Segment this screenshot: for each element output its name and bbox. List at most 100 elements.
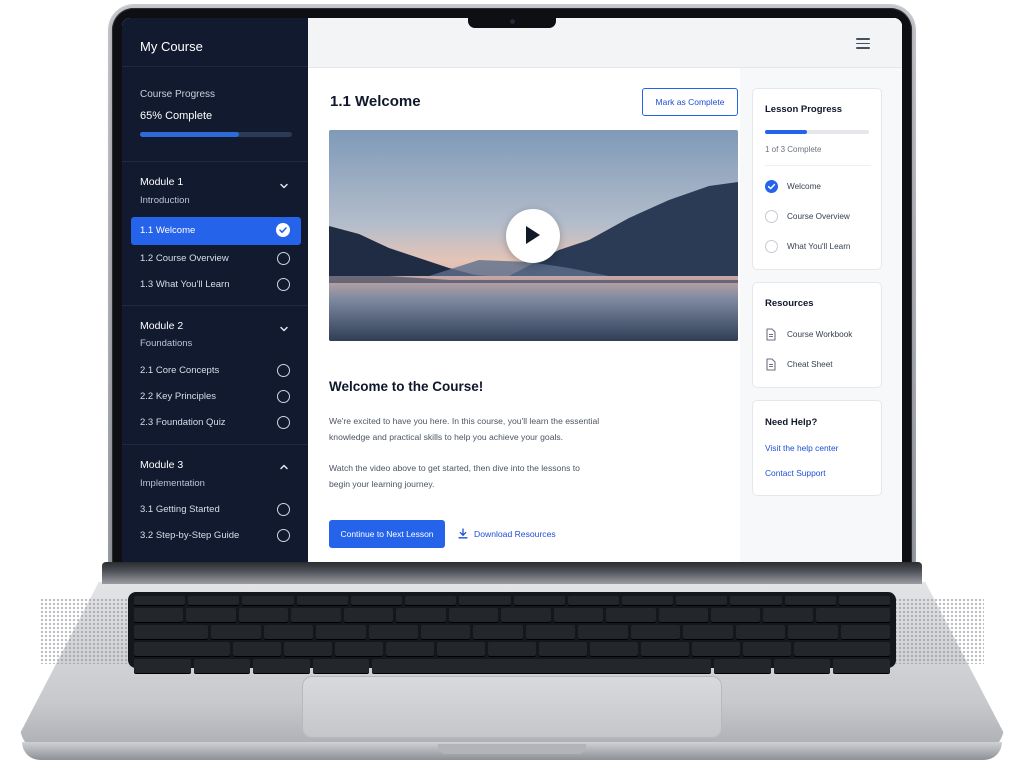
progress-item-label: Course Overview: [787, 212, 850, 221]
keyboard-key: [253, 659, 310, 673]
right-panel: Lesson Progress 1 of 3 Complete Welcome …: [740, 68, 902, 562]
lesson-2-2[interactable]: 2.2 Key Principles: [131, 383, 301, 411]
progress-item-course-overview[interactable]: Course Overview: [765, 210, 875, 224]
keyboard-key: [578, 625, 628, 639]
module-2-title[interactable]: Module 2: [140, 320, 183, 332]
empty-circle-icon: [277, 252, 290, 265]
keyboard-key: [815, 608, 891, 622]
lesson-1-3[interactable]: 1.3 What You'll Learn: [131, 271, 301, 299]
keyboard-row: [134, 596, 891, 605]
chevron-down-icon[interactable]: [278, 180, 290, 192]
intro-paragraph: We're excited to have you here. In this …: [329, 413, 629, 445]
lesson-1-1[interactable]: 1.1 Welcome: [131, 217, 301, 245]
keyboard-key: [291, 608, 341, 622]
keyboard-key: [350, 596, 403, 605]
keyboard-key: [833, 659, 890, 673]
paragraph-line: Watch the video above to get started, th…: [329, 463, 580, 473]
lid-open-notch: [438, 744, 586, 754]
lesson-label: 3.1 Getting Started: [140, 504, 220, 515]
help-title: Need Help?: [765, 417, 818, 428]
lesson-3-2[interactable]: 3.2 Step-by-Step Guide: [131, 522, 301, 550]
keyboard-key: [284, 642, 332, 656]
lesson-label: 1.2 Course Overview: [140, 253, 229, 264]
lesson-progress-count: 1 of 3 Complete: [765, 145, 822, 154]
keyboard-key: [658, 608, 708, 622]
progress-item-label: What You'll Learn: [787, 242, 851, 251]
play-icon: [526, 226, 540, 244]
empty-circle-icon: [277, 503, 290, 516]
keyboard-key: [396, 608, 446, 622]
progress-item-what-youll-learn[interactable]: What You'll Learn: [765, 240, 875, 254]
keyboard-key: [683, 625, 733, 639]
empty-circle-icon: [765, 240, 778, 253]
keyboard-key: [763, 608, 813, 622]
instructions-paragraph: Watch the video above to get started, th…: [329, 460, 629, 492]
video-player[interactable]: [329, 130, 738, 341]
mark-as-complete-button[interactable]: Mark as Complete: [642, 88, 738, 116]
play-button[interactable]: [506, 209, 560, 263]
help-center-link[interactable]: Visit the help center: [765, 443, 838, 453]
keyboard-key: [473, 625, 523, 639]
app-title: My Course: [140, 39, 203, 54]
keyboard-key: [735, 625, 786, 639]
module-3-title[interactable]: Module 3: [140, 459, 183, 471]
keyboard-key: [743, 642, 791, 656]
keyboard-key: [405, 596, 457, 605]
module-3-subtitle: Implementation: [140, 478, 205, 489]
keyboard-key: [501, 608, 551, 622]
paragraph-line: begin your learning journey.: [329, 479, 435, 489]
module-1-title[interactable]: Module 1: [140, 176, 183, 188]
keyboard-key: [186, 608, 236, 622]
sidebar-divider: [122, 66, 308, 67]
lesson-1-2[interactable]: 1.2 Course Overview: [131, 245, 301, 273]
resource-label: Cheat Sheet: [787, 360, 833, 369]
lesson-2-1[interactable]: 2.1 Core Concepts: [131, 357, 301, 385]
course-progress-fill: [140, 132, 239, 137]
contact-support-link[interactable]: Contact Support: [765, 468, 826, 478]
lesson-label: 2.1 Core Concepts: [140, 365, 220, 376]
keyboard-key: [710, 608, 761, 622]
resource-course-workbook[interactable]: Course Workbook: [765, 328, 875, 342]
content-heading: Welcome to the Course!: [329, 379, 484, 394]
keyboard-key: [134, 642, 230, 656]
lesson-progress-bar: [765, 130, 869, 134]
download-resources-link[interactable]: Download Resources: [458, 528, 556, 539]
lesson-progress-title: Lesson Progress: [765, 104, 843, 115]
lesson-2-3[interactable]: 2.3 Foundation Quiz: [131, 409, 301, 437]
sidebar-divider: [122, 161, 308, 162]
hamburger-menu-icon[interactable]: [856, 38, 870, 49]
keyboard-key: [312, 659, 370, 673]
check-circle-icon: [765, 180, 778, 193]
keyboard-key: [372, 659, 712, 673]
resource-cheat-sheet[interactable]: Cheat Sheet: [765, 358, 875, 372]
paragraph-line: We're excited to have you here. In this …: [329, 416, 600, 426]
continue-next-lesson-button[interactable]: Continue to Next Lesson: [329, 520, 445, 548]
progress-item-label: Welcome: [787, 182, 821, 191]
check-circle-icon: [276, 223, 290, 237]
keyboard-key: [296, 596, 348, 605]
keyboard-row: [134, 659, 890, 673]
keyboard-key: [238, 608, 289, 622]
keyboard-key: [784, 596, 836, 605]
keyboard-key: [420, 625, 471, 639]
keyboard-key: [343, 608, 394, 622]
keyboard-key: [838, 596, 891, 605]
empty-circle-icon: [277, 416, 290, 429]
resource-label: Course Workbook: [787, 330, 853, 339]
card-divider: [765, 165, 871, 166]
keyboard-key: [242, 596, 294, 605]
empty-circle-icon: [277, 278, 290, 291]
chevron-up-icon[interactable]: [278, 461, 290, 473]
progress-item-welcome[interactable]: Welcome: [765, 180, 875, 194]
lesson-3-1[interactable]: 3.1 Getting Started: [131, 496, 301, 524]
lesson-content: 1.1 Welcome Mark as Complete Welcome to …: [308, 68, 740, 562]
keyboard-key: [788, 625, 838, 639]
keyboard-key: [316, 625, 366, 639]
resources-title: Resources: [765, 298, 814, 309]
keyboard-key: [488, 642, 536, 656]
keyboard-key: [553, 608, 604, 622]
left-speaker-grille: [40, 598, 130, 664]
chevron-down-icon[interactable]: [278, 323, 290, 335]
lesson-label: 1.3 What You'll Learn: [140, 279, 230, 290]
keyboard-key: [188, 596, 240, 605]
